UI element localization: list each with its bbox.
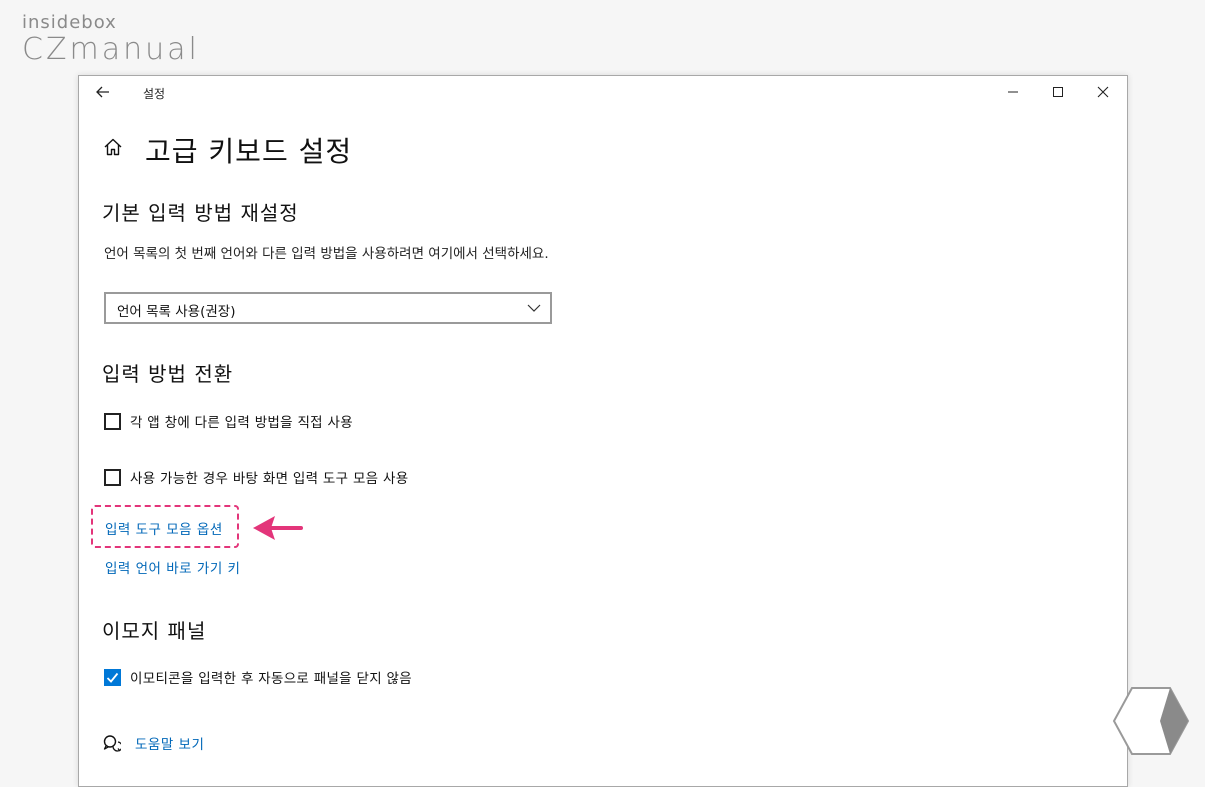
- chevron-down-icon: [526, 300, 542, 316]
- pointer-arrow-icon: [253, 516, 303, 540]
- chat-help-icon: [103, 734, 123, 752]
- checkbox-desktop-toolbar[interactable]: 사용 가능한 경우 바탕 화면 입력 도구 모음 사용: [104, 467, 408, 487]
- settings-window: 설정 고급 키보드 설정 기본 입력 방법 재설정 언어 목록의 첫 번째 언어…: [78, 75, 1128, 787]
- checkbox-label: 사용 가능한 경우 바탕 화면 입력 도구 모음 사용: [130, 471, 409, 487]
- minimize-button[interactable]: [990, 78, 1036, 106]
- back-arrow-icon[interactable]: [93, 82, 113, 102]
- watermark-top: insidebox: [22, 12, 117, 33]
- help-link[interactable]: 도움말 보기: [135, 733, 204, 753]
- close-button[interactable]: [1080, 78, 1126, 106]
- checkbox-per-app-input[interactable]: 각 앱 창에 다른 입력 방법을 직접 사용: [104, 411, 353, 431]
- link-input-hotkeys[interactable]: 입력 언어 바로 가기 키: [105, 557, 240, 577]
- page-title: 고급 키보드 설정: [145, 135, 353, 168]
- checkbox-label: 이모티콘을 입력한 후 자동으로 패널을 닫지 않음: [130, 671, 412, 687]
- watermark-logo: insidebox CZmanual: [22, 12, 200, 66]
- maximize-icon: [1053, 87, 1063, 97]
- link-toolbar-options[interactable]: 입력 도구 모음 옵션: [105, 518, 223, 538]
- checkmark-icon: [106, 672, 119, 683]
- hexagon-badge-icon: [1112, 687, 1190, 755]
- checkbox-box[interactable]: [104, 412, 121, 430]
- close-icon: [1097, 86, 1109, 98]
- section-heading-switch: 입력 방법 전환: [102, 362, 234, 386]
- checkbox-box[interactable]: [104, 468, 121, 486]
- help-link-row[interactable]: 도움말 보기: [103, 733, 204, 753]
- override-description: 언어 목록의 첫 번째 언어와 다른 입력 방법을 사용하려면 여기에서 선택하…: [104, 246, 549, 262]
- title-bar: 설정: [79, 76, 1127, 108]
- checkbox-label: 각 앱 창에 다른 입력 방법을 직접 사용: [130, 415, 353, 431]
- section-heading-override: 기본 입력 방법 재설정: [102, 201, 299, 225]
- input-method-dropdown[interactable]: 언어 목록 사용(권장): [104, 292, 552, 324]
- dropdown-value: 언어 목록 사용(권장): [117, 304, 236, 320]
- window-title: 설정: [143, 87, 166, 101]
- checkbox-box[interactable]: [104, 668, 121, 686]
- checkbox-emoji-panel[interactable]: 이모티콘을 입력한 후 자동으로 패널을 닫지 않음: [104, 667, 412, 687]
- maximize-button[interactable]: [1035, 78, 1081, 106]
- minimize-icon: [1008, 91, 1018, 93]
- section-heading-emoji: 이모지 패널: [102, 619, 207, 643]
- home-icon[interactable]: [102, 136, 124, 158]
- watermark-bottom: CZmanual: [22, 32, 200, 67]
